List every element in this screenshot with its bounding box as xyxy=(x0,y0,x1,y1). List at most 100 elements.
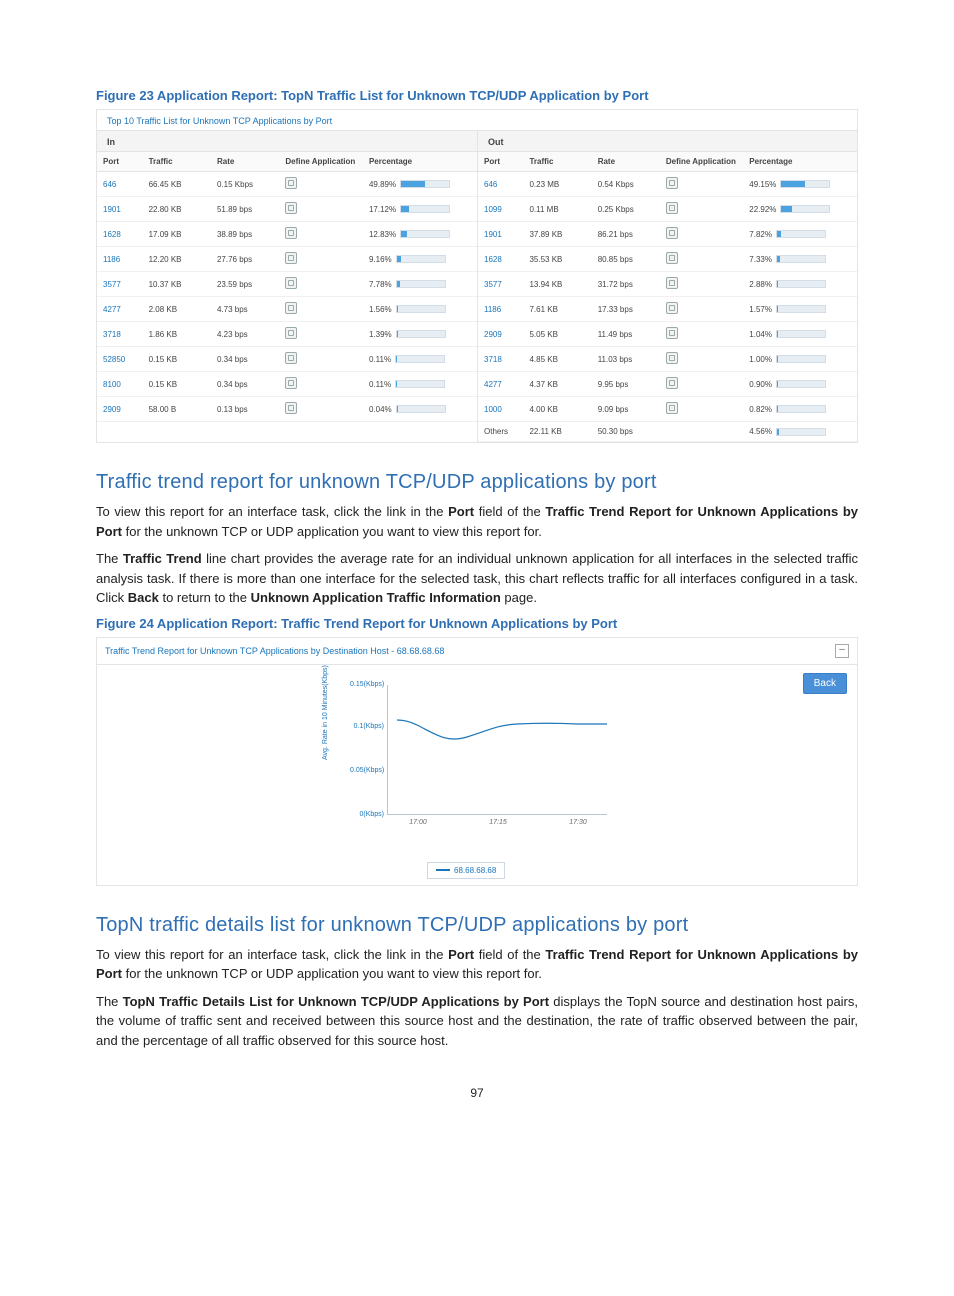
percentage-cell: 4.56% xyxy=(743,422,857,442)
port-cell[interactable]: 52850 xyxy=(97,347,143,372)
table-row: 37181.86 KB4.23 bps1.39% xyxy=(97,322,477,347)
port-cell[interactable]: 8100 xyxy=(97,372,143,397)
define-application-cell[interactable] xyxy=(660,272,743,297)
define-application-icon[interactable] xyxy=(666,177,678,189)
percentage-bar xyxy=(395,380,445,388)
y-tick-3: 0.15(Kbps) xyxy=(350,681,384,688)
define-application-icon[interactable] xyxy=(666,402,678,414)
define-application-cell[interactable] xyxy=(279,297,363,322)
port-cell[interactable]: 2909 xyxy=(97,397,143,422)
define-application-cell[interactable] xyxy=(279,322,363,347)
port-cell[interactable]: 1000 xyxy=(478,397,523,422)
port-cell[interactable]: 1099 xyxy=(478,197,523,222)
traffic-cell: 58.00 B xyxy=(143,397,211,422)
rate-cell: 23.59 bps xyxy=(211,272,279,297)
traffic-cell: 10.37 KB xyxy=(143,272,211,297)
port-cell[interactable]: 1628 xyxy=(478,247,523,272)
traffic-cell: 0.11 MB xyxy=(523,197,591,222)
port-cell[interactable]: 1186 xyxy=(478,297,523,322)
percentage-cell: 17.12% xyxy=(363,197,477,222)
legend-swatch-icon xyxy=(436,869,450,871)
table-row: 190122.80 KB51.89 bps17.12% xyxy=(97,197,477,222)
define-application-icon[interactable] xyxy=(666,202,678,214)
rate-cell: 0.13 bps xyxy=(211,397,279,422)
define-application-cell[interactable] xyxy=(279,397,363,422)
x-tick-2: 17:30 xyxy=(569,819,587,826)
rate-cell: 31.72 bps xyxy=(592,272,660,297)
define-application-icon[interactable] xyxy=(285,227,297,239)
define-application-icon[interactable] xyxy=(285,277,297,289)
table-row: 37184.85 KB11.03 bps1.00% xyxy=(478,347,857,372)
port-cell[interactable]: 3577 xyxy=(478,272,523,297)
section1-p1: To view this report for an interface tas… xyxy=(96,502,858,541)
define-application-icon[interactable] xyxy=(666,227,678,239)
table-row: 29095.05 KB11.49 bps1.04% xyxy=(478,322,857,347)
table-row: 42772.08 KB4.73 bps1.56% xyxy=(97,297,477,322)
define-application-cell[interactable] xyxy=(279,222,363,247)
define-application-icon[interactable] xyxy=(666,352,678,364)
port-cell[interactable]: 4277 xyxy=(478,372,523,397)
define-application-cell xyxy=(660,422,743,442)
collapse-icon[interactable]: – xyxy=(835,644,849,658)
port-cell[interactable]: 2909 xyxy=(478,322,523,347)
traffic-cell: 0.15 KB xyxy=(143,347,211,372)
port-cell[interactable]: 3718 xyxy=(478,347,523,372)
percentage-bar xyxy=(776,330,826,338)
define-application-cell[interactable] xyxy=(279,272,363,297)
define-application-icon[interactable] xyxy=(666,327,678,339)
define-application-cell[interactable] xyxy=(279,347,363,372)
port-cell[interactable]: 4277 xyxy=(97,297,143,322)
figure-23-caption: Figure 23 Application Report: TopN Traff… xyxy=(96,88,858,103)
port-cell[interactable]: 646 xyxy=(478,172,523,197)
define-application-cell[interactable] xyxy=(660,197,743,222)
define-application-cell[interactable] xyxy=(660,372,743,397)
define-application-icon[interactable] xyxy=(285,352,297,364)
define-application-cell[interactable] xyxy=(660,322,743,347)
define-application-cell[interactable] xyxy=(660,247,743,272)
define-application-icon[interactable] xyxy=(285,202,297,214)
rate-cell: 9.95 bps xyxy=(592,372,660,397)
percentage-cell: 1.56% xyxy=(363,297,477,322)
port-cell[interactable]: 1901 xyxy=(478,222,523,247)
traffic-cell: 35.53 KB xyxy=(523,247,591,272)
define-application-cell[interactable] xyxy=(279,372,363,397)
percentage-cell: 2.88% xyxy=(743,272,857,297)
define-application-icon[interactable] xyxy=(666,377,678,389)
traffic-cell: 17.09 KB xyxy=(143,222,211,247)
percentage-cell: 1.57% xyxy=(743,297,857,322)
y-tick-0: 0(Kbps) xyxy=(350,811,384,818)
define-application-icon[interactable] xyxy=(285,302,297,314)
traffic-cell: 7.61 KB xyxy=(523,297,591,322)
define-application-icon[interactable] xyxy=(285,327,297,339)
define-application-cell[interactable] xyxy=(660,397,743,422)
define-application-icon[interactable] xyxy=(285,402,297,414)
define-application-icon[interactable] xyxy=(285,377,297,389)
define-application-cell[interactable] xyxy=(660,297,743,322)
port-cell[interactable]: 1186 xyxy=(97,247,143,272)
port-cell[interactable]: 1901 xyxy=(97,197,143,222)
percentage-cell: 22.92% xyxy=(743,197,857,222)
define-application-icon[interactable] xyxy=(666,252,678,264)
define-application-cell[interactable] xyxy=(660,172,743,197)
back-button[interactable]: Back xyxy=(803,673,847,694)
define-application-cell[interactable] xyxy=(279,247,363,272)
percentage-bar xyxy=(776,230,826,238)
define-application-icon[interactable] xyxy=(666,302,678,314)
percentage-cell: 7.78% xyxy=(363,272,477,297)
rate-cell: 4.73 bps xyxy=(211,297,279,322)
port-cell[interactable]: 1628 xyxy=(97,222,143,247)
port-cell[interactable]: 3718 xyxy=(97,322,143,347)
rate-cell: 80.85 bps xyxy=(592,247,660,272)
panel-title: Top 10 Traffic List for Unknown TCP Appl… xyxy=(97,110,857,130)
rate-cell: 0.34 bps xyxy=(211,347,279,372)
define-application-icon[interactable] xyxy=(285,252,297,264)
define-application-icon[interactable] xyxy=(285,177,297,189)
section1-p2: The Traffic Trend line chart provides th… xyxy=(96,549,858,608)
port-cell[interactable]: 3577 xyxy=(97,272,143,297)
define-application-cell[interactable] xyxy=(660,222,743,247)
define-application-cell[interactable] xyxy=(279,172,363,197)
port-cell[interactable]: 646 xyxy=(97,172,143,197)
define-application-cell[interactable] xyxy=(279,197,363,222)
define-application-cell[interactable] xyxy=(660,347,743,372)
define-application-icon[interactable] xyxy=(666,277,678,289)
